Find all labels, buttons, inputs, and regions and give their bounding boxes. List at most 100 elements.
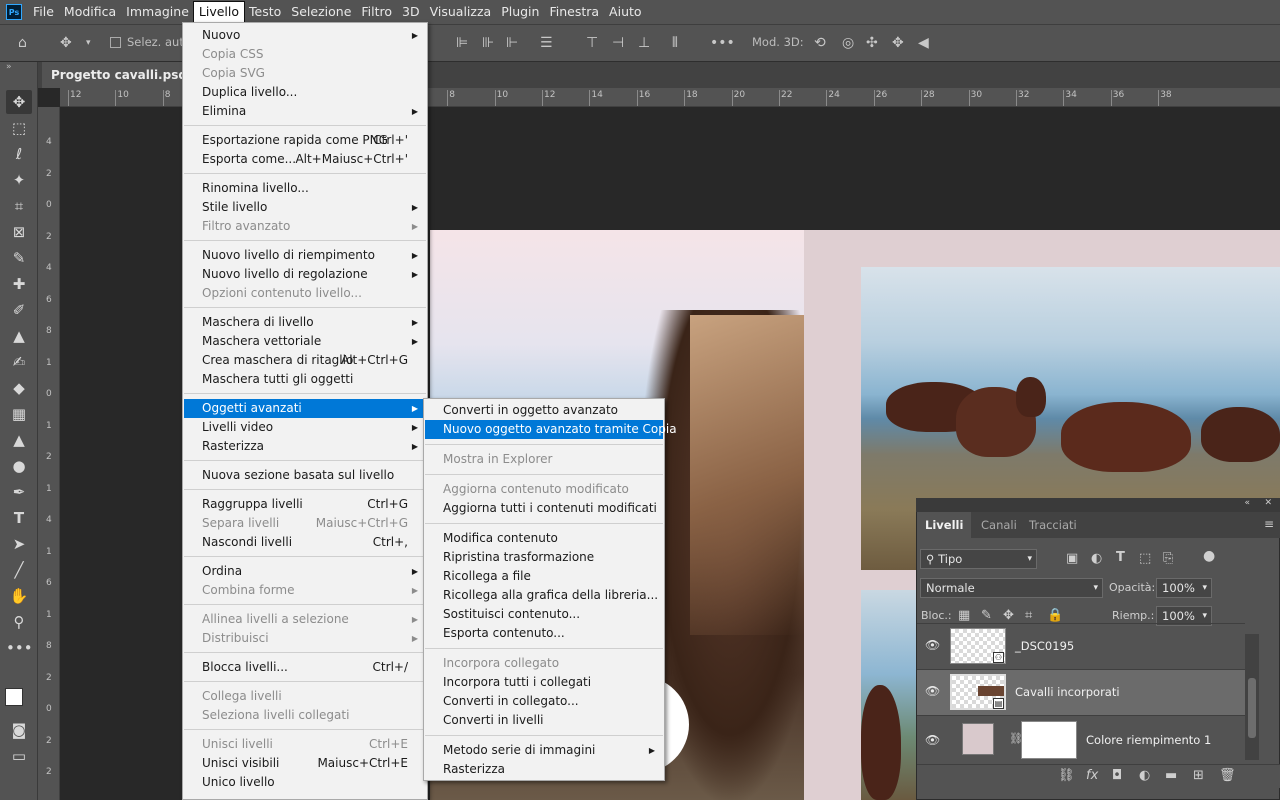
menu-item[interactable]: Esporta come... Alt+Maiusc+Ctrl+' bbox=[184, 150, 426, 169]
hand-tool-icon[interactable]: ✋ bbox=[6, 584, 32, 608]
adjustment-layer-icon[interactable]: ◐ bbox=[1139, 768, 1150, 783]
submenu-item[interactable]: Converti in oggetto avanzato bbox=[425, 401, 663, 420]
opacity-input[interactable]: 100% ▾ bbox=[1156, 578, 1212, 598]
panel-menu-icon[interactable]: ≡ bbox=[1264, 517, 1274, 531]
line-tool-icon[interactable]: ╱ bbox=[6, 558, 32, 582]
filter-type-icon[interactable]: T bbox=[1116, 550, 1125, 565]
zoom-tool-icon[interactable]: ⚲ bbox=[6, 610, 32, 634]
collapse-icon[interactable]: » bbox=[6, 62, 12, 72]
menu-item[interactable]: Blocca livelli... Ctrl+/ bbox=[184, 658, 426, 677]
submenu-item[interactable]: Modifica contenuto bbox=[425, 529, 663, 548]
slide-3d-icon[interactable]: ✥ bbox=[892, 33, 904, 53]
type-tool-icon[interactable]: T bbox=[6, 506, 32, 530]
menu-livello[interactable]: Livello bbox=[192, 1, 246, 23]
blur-tool-icon[interactable]: ▲ bbox=[6, 428, 32, 452]
scrollbar-thumb[interactable] bbox=[1248, 678, 1256, 738]
blend-mode-select[interactable]: Normale ▾ bbox=[920, 578, 1103, 598]
menu-3d[interactable]: 3D bbox=[397, 2, 425, 22]
lock-position-icon[interactable]: ✥ bbox=[1003, 608, 1014, 623]
more-tools-icon[interactable]: ••• bbox=[6, 636, 33, 660]
menu-item[interactable]: Nuova sezione basata sul livello bbox=[184, 466, 426, 485]
orbit-3d-icon[interactable]: ⟲ bbox=[814, 33, 826, 53]
filter-smart-icon[interactable]: ⎘ bbox=[1163, 551, 1173, 566]
submenu-item[interactable]: Incorpora tutti i collegati bbox=[425, 673, 663, 692]
menu-aiuto[interactable]: Aiuto bbox=[604, 2, 647, 22]
menu-item[interactable]: Maschera tutti gli oggetti bbox=[184, 370, 426, 389]
menu-item[interactable]: Nuovo ▶ bbox=[184, 26, 426, 45]
crop-tool-icon[interactable]: ⌗ bbox=[6, 194, 32, 218]
align-center-icon[interactable]: ⊪ bbox=[482, 33, 494, 53]
visibility-eye-icon[interactable]: 👁 bbox=[925, 684, 940, 698]
menu-item[interactable]: Elimina ▶ bbox=[184, 102, 426, 121]
lock-transparent-icon[interactable]: ▦ bbox=[958, 608, 970, 623]
menu-item[interactable]: Unisci visibili Maiusc+Ctrl+E bbox=[184, 754, 426, 773]
submenu-item[interactable]: Ricollega alla grafica della libreria... bbox=[425, 586, 663, 605]
layer-name[interactable]: _DSC0195 bbox=[1015, 639, 1074, 653]
frame-tool-icon[interactable]: ⊠ bbox=[6, 220, 32, 244]
menu-plugin[interactable]: Plugin bbox=[496, 2, 544, 22]
submenu-item[interactable]: Rasterizza bbox=[425, 760, 663, 779]
visibility-eye-icon[interactable]: 👁 bbox=[925, 638, 940, 652]
move-tool-icon[interactable]: ✥ bbox=[60, 33, 72, 53]
screen-mode-icon[interactable]: ▭ bbox=[6, 744, 32, 768]
submenu-item[interactable]: Nuovo oggetto avanzato tramite Copia bbox=[425, 420, 677, 439]
menu-item[interactable]: Livelli video ▶ bbox=[184, 418, 426, 437]
menu-item[interactable]: Rinomina livello... bbox=[184, 179, 426, 198]
layer-row[interactable]: 👁 ⛓ Colore riempimento 1 bbox=[917, 715, 1245, 764]
menu-visualizza[interactable]: Visualizza bbox=[425, 2, 497, 22]
visibility-eye-icon[interactable]: 👁 bbox=[925, 733, 940, 747]
filter-pixel-icon[interactable]: ▣ bbox=[1066, 551, 1078, 566]
distribute-icon[interactable]: ☰ bbox=[540, 33, 553, 53]
brush-tool-icon[interactable]: ✐ bbox=[6, 298, 32, 322]
tab-livelli[interactable]: Livelli bbox=[917, 512, 972, 538]
lasso-tool-icon[interactable]: ℓ bbox=[6, 142, 32, 166]
new-layer-icon[interactable]: ⊞ bbox=[1193, 768, 1204, 783]
layer-name[interactable]: Cavalli incorporati bbox=[1015, 685, 1120, 699]
menu-item[interactable]: Maschera di livello ▶ bbox=[184, 313, 426, 332]
align-middle-icon[interactable]: ⊣ bbox=[612, 33, 624, 53]
menu-item[interactable]: Duplica livello... bbox=[184, 83, 426, 102]
submenu-item[interactable]: Metodo serie di immagini ▶ bbox=[425, 741, 663, 760]
document-tab[interactable]: Progetto cavalli.psd @ bbox=[42, 62, 184, 88]
fx-icon[interactable]: fx bbox=[1086, 768, 1098, 783]
menu-testo[interactable]: Testo bbox=[244, 2, 286, 22]
distribute-v-icon[interactable]: ⫴ bbox=[672, 33, 678, 53]
home-icon[interactable]: ⌂ bbox=[18, 33, 27, 53]
chevron-down-icon[interactable]: ▾ bbox=[86, 33, 91, 53]
path-select-icon[interactable]: ➤ bbox=[6, 532, 32, 556]
menu-item[interactable]: Unico livello bbox=[184, 773, 426, 792]
menu-item[interactable]: Oggetti avanzati ▶ bbox=[184, 399, 426, 418]
menu-item[interactable]: Rasterizza ▶ bbox=[184, 437, 426, 456]
menu-item[interactable]: Raggruppa livelli Ctrl+G bbox=[184, 495, 426, 514]
marquee-tool-icon[interactable]: ⬚ bbox=[6, 116, 32, 140]
menu-item[interactable]: Ordina ▶ bbox=[184, 562, 426, 581]
menu-item[interactable]: Nuovo livello di riempimento ▶ bbox=[184, 246, 426, 265]
quick-mask-icon[interactable]: ◙ bbox=[6, 718, 32, 742]
delete-layer-icon[interactable]: 🗑 bbox=[1219, 768, 1236, 783]
new-group-icon[interactable]: ▬ bbox=[1165, 768, 1177, 783]
camera-3d-icon[interactable]: ◀ bbox=[918, 33, 929, 53]
layer-row[interactable]: 👁 ▤ Cavalli incorporati bbox=[917, 669, 1245, 715]
menu-item[interactable]: Maschera vettoriale ▶ bbox=[184, 332, 426, 351]
add-mask-icon[interactable]: ◘ bbox=[1112, 768, 1122, 783]
lock-all-icon[interactable]: 🔒 bbox=[1047, 608, 1063, 623]
align-right-icon[interactable]: ⊩ bbox=[506, 33, 518, 53]
eyedropper-icon[interactable]: ✎ bbox=[6, 246, 32, 270]
menu-filtro[interactable]: Filtro bbox=[356, 2, 397, 22]
gradient-tool-icon[interactable]: ▦ bbox=[6, 402, 32, 426]
layer-row[interactable]: 👁 ⚇ _DSC0195 bbox=[917, 623, 1245, 669]
filter-adjustment-icon[interactable]: ◐ bbox=[1091, 551, 1102, 566]
submenu-item[interactable]: Sostituisci contenuto... bbox=[425, 605, 663, 624]
roll-3d-icon[interactable]: ◎ bbox=[842, 33, 854, 53]
align-top-icon[interactable]: ⊤ bbox=[586, 33, 598, 53]
move-tool-icon[interactable]: ✥ bbox=[6, 90, 32, 114]
more-options-icon[interactable]: ••• bbox=[710, 33, 735, 53]
menu-item[interactable]: Esportazione rapida come PNG Ctrl+' bbox=[184, 131, 426, 150]
dodge-tool-icon[interactable]: ● bbox=[6, 454, 32, 478]
menu-modifica[interactable]: Modifica bbox=[59, 2, 121, 22]
stamp-tool-icon[interactable]: ▲ bbox=[6, 324, 32, 348]
submenu-item[interactable]: Ripristina trasformazione bbox=[425, 548, 663, 567]
submenu-item[interactable]: Converti in livelli bbox=[425, 711, 663, 730]
tab-canali[interactable]: Canali bbox=[973, 512, 1025, 538]
submenu-item[interactable]: Ricollega a file bbox=[425, 567, 663, 586]
